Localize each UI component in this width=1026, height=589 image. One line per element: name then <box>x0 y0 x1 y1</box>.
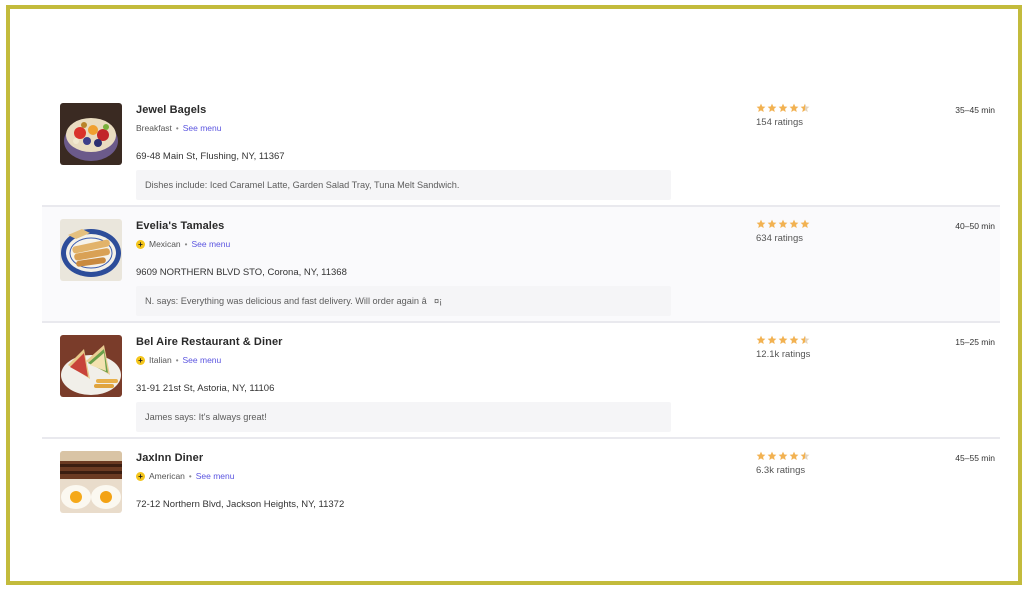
restaurant-meta: Breakfast • See menu <box>136 121 221 135</box>
restaurant-row[interactable]: Bel Aire Restaurant & Diner + Italian • … <box>42 323 1000 439</box>
cuisine-label: Italian <box>149 355 172 365</box>
star-icon <box>800 219 810 228</box>
star-icon <box>756 219 766 228</box>
star-rating <box>756 103 828 114</box>
restaurant-row[interactable]: Evelia's Tamales + Mexican • See menu 96… <box>42 207 1000 323</box>
see-menu-link[interactable]: See menu <box>196 471 235 481</box>
restaurant-address: 72-12 Northern Blvd, Jackson Heights, NY… <box>136 499 345 510</box>
restaurant-name[interactable]: Bel Aire Restaurant & Diner <box>136 336 283 348</box>
restaurant-meta: + American • See menu <box>136 469 234 483</box>
star-icon <box>778 451 788 460</box>
star-icon <box>789 451 799 460</box>
restaurant-address: 69-48 Main St, Flushing, NY, 11367 <box>136 151 285 162</box>
separator-dot: • <box>184 239 188 249</box>
star-icon <box>767 451 777 460</box>
eggs-steak-photo[interactable] <box>60 451 122 513</box>
restaurant-name[interactable]: Evelia's Tamales <box>136 220 224 232</box>
rating-block: 154 ratings <box>756 103 828 128</box>
restaurant-address: 31-91 21st St, Astoria, NY, 11106 <box>136 383 275 394</box>
star-rating <box>756 335 828 346</box>
restaurant-list: Jewel Bagels Breakfast • See menu 69-48 … <box>42 91 1000 535</box>
ratings-count: 634 ratings <box>756 233 804 244</box>
fruit-bowl-photo[interactable] <box>60 103 122 165</box>
see-menu-link[interactable]: See menu <box>183 123 222 133</box>
star-icon <box>756 451 766 460</box>
star-icon <box>778 219 788 228</box>
star-rating <box>756 451 828 462</box>
rating-block: 12.1k ratings <box>756 335 828 360</box>
restaurant-name[interactable]: Jewel Bagels <box>136 104 206 116</box>
review-snippet: Dishes include: Iced Caramel Latte, Gard… <box>136 170 671 200</box>
separator-dot: • <box>188 471 192 481</box>
restaurant-row[interactable]: Jewel Bagels Breakfast • See menu 69-48 … <box>42 91 1000 207</box>
cuisine-label: American <box>149 471 185 481</box>
screenshot-frame: Jewel Bagels Breakfast • See menu 69-48 … <box>6 5 1022 585</box>
rating-block: 634 ratings <box>756 219 828 244</box>
restaurant-address: 9609 NORTHERN BLVD STO, Corona, NY, 1136… <box>136 267 347 278</box>
cuisine-label: Mexican <box>149 239 181 249</box>
star-icon <box>767 335 777 344</box>
separator-dot: • <box>175 355 179 365</box>
star-icon <box>789 335 799 344</box>
delivery-time: 15–25 min <box>955 337 995 347</box>
cuisine-badge-icon: + <box>136 239 145 249</box>
star-icon <box>756 103 766 112</box>
restaurant-meta: + Italian • See menu <box>136 353 221 367</box>
restaurant-row[interactable]: JaxInn Diner + American • See menu 72-12… <box>42 439 1000 535</box>
delivery-time: 40–50 min <box>955 221 995 231</box>
star-icon <box>778 335 788 344</box>
cuisine-badge-icon: + <box>136 355 145 365</box>
restaurant-meta: + Mexican • See menu <box>136 237 230 251</box>
star-icon <box>767 219 777 228</box>
delivery-time: 35–45 min <box>955 105 995 115</box>
restaurant-name[interactable]: JaxInn Diner <box>136 452 203 464</box>
club-sandwich-photo[interactable] <box>60 335 122 397</box>
star-icon <box>800 451 810 460</box>
ratings-count: 154 ratings <box>756 117 804 128</box>
star-rating <box>756 219 828 230</box>
ratings-count: 12.1k ratings <box>756 349 811 360</box>
review-snippet: N. says: Everything was delicious and fa… <box>136 286 671 316</box>
tamales-plate-photo[interactable] <box>60 219 122 281</box>
ratings-count: 6.3k ratings <box>756 465 806 476</box>
see-menu-link[interactable]: See menu <box>183 355 222 365</box>
see-menu-link[interactable]: See menu <box>191 239 230 249</box>
star-icon <box>756 335 766 344</box>
star-icon <box>800 335 810 344</box>
separator-dot: • <box>175 123 179 133</box>
cuisine-label: Breakfast <box>136 123 172 133</box>
review-snippet: James says: It's always great! <box>136 402 671 432</box>
delivery-time: 45–55 min <box>955 453 995 463</box>
star-icon <box>789 219 799 228</box>
cuisine-badge-icon: + <box>136 471 145 481</box>
star-icon <box>778 103 788 112</box>
star-icon <box>800 103 810 112</box>
rating-block: 6.3k ratings <box>756 451 828 476</box>
star-icon <box>789 103 799 112</box>
star-icon <box>767 103 777 112</box>
